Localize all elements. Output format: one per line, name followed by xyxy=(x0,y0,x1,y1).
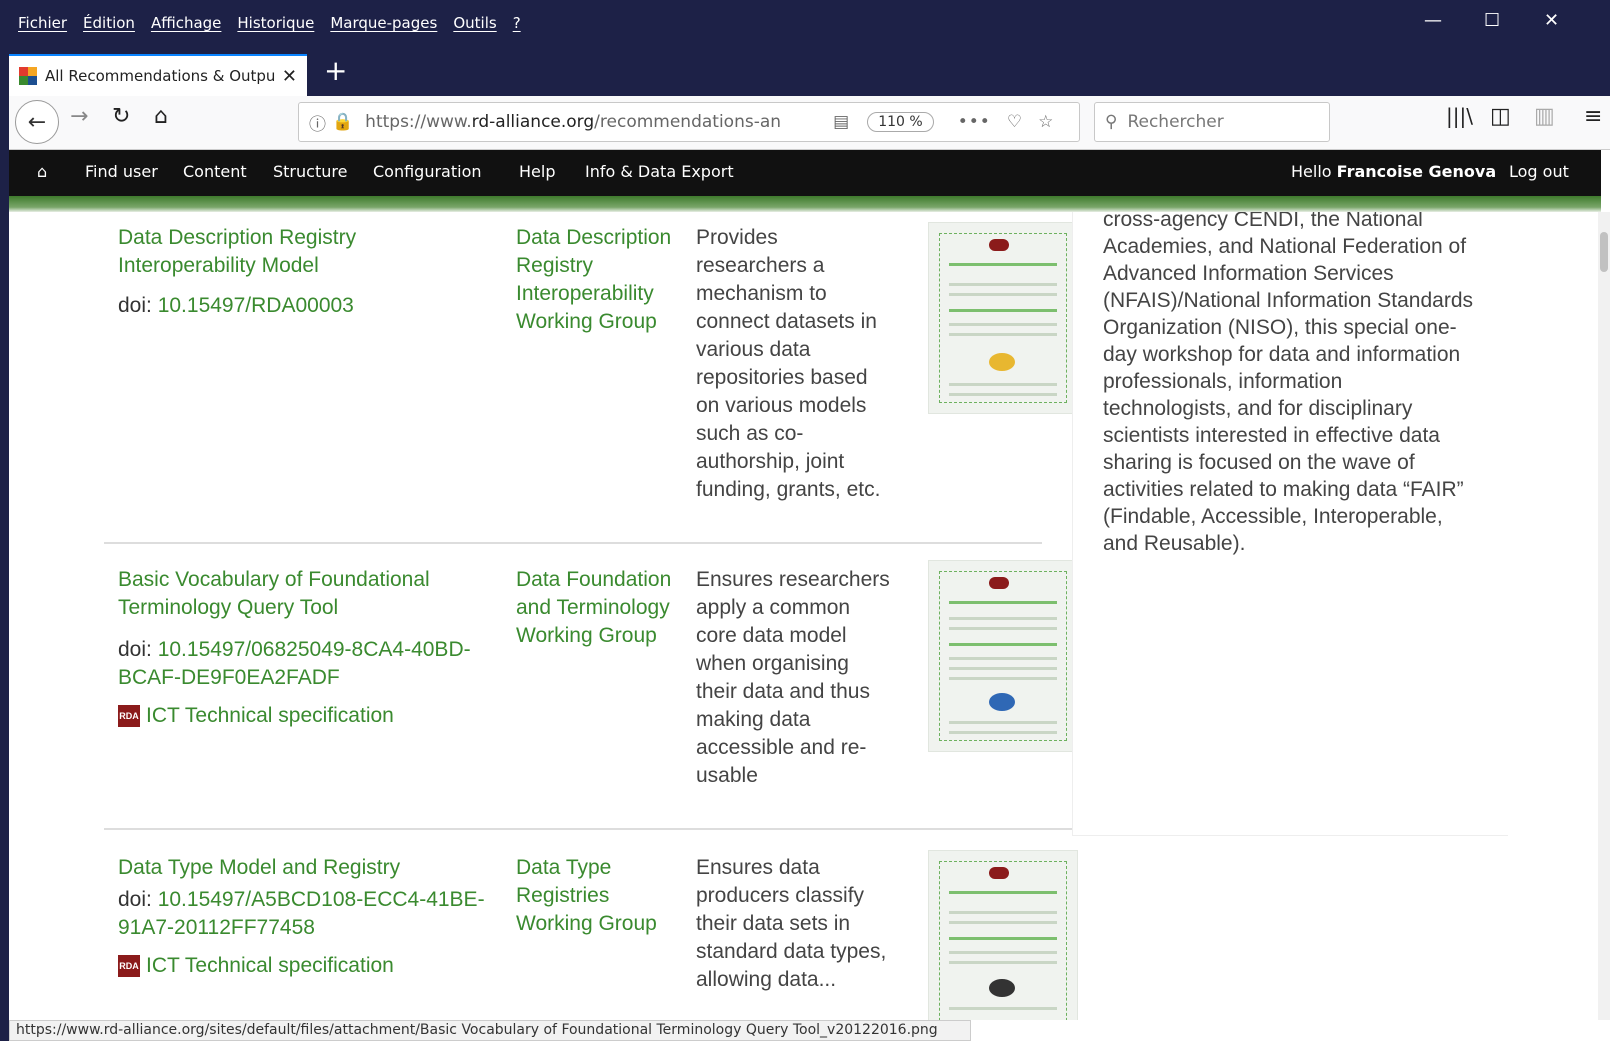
new-tab-icon[interactable]: + xyxy=(324,54,347,87)
user-name[interactable]: Francoise Genova xyxy=(1337,162,1496,181)
menu-affichage[interactable]: Affichage xyxy=(151,14,221,32)
lock-icon: 🔒 xyxy=(332,112,354,132)
home-icon[interactable]: ⌂ xyxy=(154,104,168,129)
doi-link[interactable]: 10.15497/RDA00003 xyxy=(158,294,354,317)
logout-link[interactable]: Log out xyxy=(1509,162,1569,181)
menu-marque-pages[interactable]: Marque-pages xyxy=(330,14,437,32)
recommendation-title[interactable]: Basic Vocabulary of Foundational Termino… xyxy=(118,566,468,622)
thumbnail-image[interactable] xyxy=(928,850,1078,1020)
ict-spec-link[interactable]: RDA ICT Technical specification xyxy=(118,954,394,978)
admin-structure[interactable]: Structure xyxy=(273,162,347,181)
tab-title: All Recommendations & Outpu xyxy=(45,67,276,85)
doi-link[interactable]: 10.15497/06825049-8CA4-40BD-BCAF-DE9F0EA… xyxy=(118,638,471,689)
row-divider xyxy=(104,828,1084,830)
admin-info-data-export[interactable]: Info & Data Export xyxy=(585,162,734,181)
rda-icon: RDA xyxy=(118,705,140,727)
reader-icon[interactable]: ▤ xyxy=(833,112,849,132)
working-group-link[interactable]: Data Description Registry Interoperabili… xyxy=(516,224,676,336)
forward-icon[interactable]: → xyxy=(70,104,88,129)
zoom-level[interactable]: 110 % xyxy=(867,112,934,132)
maximize-icon[interactable]: ☐ xyxy=(1484,10,1500,31)
menu-list: Fichier Édition Affichage Historique Mar… xyxy=(18,14,521,32)
recommendation-title[interactable]: Data Type Model and Registry xyxy=(118,854,478,882)
status-bar: https://www.rd-alliance.org/sites/defaul… xyxy=(9,1020,971,1041)
ict-spec-link[interactable]: RDA ICT Technical specification xyxy=(118,704,394,728)
menu-historique[interactable]: Historique xyxy=(237,14,314,32)
doi-line: doi: 10.15497/A5BCD108-ECC4-41BE-91A7-20… xyxy=(118,888,485,939)
info-icon[interactable]: ⓘ xyxy=(309,110,326,135)
description: Provides researchers a mechanism to conn… xyxy=(696,226,881,501)
menu-icon[interactable]: ≡ xyxy=(1584,104,1602,129)
description: Ensures data producers classify their da… xyxy=(696,856,887,991)
search-placeholder: Rechercher xyxy=(1127,112,1224,132)
page-scrollbar[interactable] xyxy=(1598,212,1610,1020)
menu-outils[interactable]: Outils xyxy=(453,14,496,32)
nav-bar: ← → ↻ ⌂ ⓘ 🔒 https://www.rd-alliance.org/… xyxy=(0,96,1610,150)
menu-help[interactable]: ? xyxy=(513,14,521,32)
minimize-icon[interactable]: — xyxy=(1424,10,1442,31)
favicon-icon xyxy=(19,67,37,85)
doi-link[interactable]: 10.15497/A5BCD108-ECC4-41BE-91A7-20112FF… xyxy=(118,888,485,939)
sidebar-icon[interactable]: ◫ xyxy=(1490,104,1511,129)
url-text[interactable]: https://www.rd-alliance.org/recommendati… xyxy=(365,112,825,132)
pocket-icon[interactable]: ♡ xyxy=(1007,112,1022,132)
admin-home-icon[interactable]: ⌂ xyxy=(37,162,47,181)
url-bar[interactable]: ⓘ 🔒 https://www.rd-alliance.org/recommen… xyxy=(298,102,1080,142)
library-icon[interactable]: |||\ xyxy=(1446,104,1473,128)
menu-edition[interactable]: Édition xyxy=(83,14,135,32)
thumbnail-image[interactable] xyxy=(928,222,1078,414)
header-band xyxy=(9,196,1601,212)
tab-active[interactable]: All Recommendations & Outpu ✕ xyxy=(9,54,307,96)
reload-icon[interactable]: ↻ xyxy=(112,104,130,129)
doi-line: doi: 10.15497/06825049-8CA4-40BD-BCAF-DE… xyxy=(118,638,471,689)
menu-fichier[interactable]: Fichier xyxy=(18,14,67,32)
back-icon[interactable]: ← xyxy=(15,100,59,144)
search-box[interactable]: ⚲ Rechercher xyxy=(1094,102,1330,142)
scrollbar-thumb[interactable] xyxy=(1600,232,1608,272)
description: Ensures researchers apply a common core … xyxy=(696,568,890,787)
admin-content[interactable]: Content xyxy=(183,162,247,181)
doi-line: doi: 10.15497/RDA00003 xyxy=(118,294,354,317)
close-tab-icon[interactable]: ✕ xyxy=(282,66,297,87)
sidebar-text: cross-agency CENDI, the National Academi… xyxy=(1103,212,1474,555)
admin-find-user[interactable]: Find user xyxy=(85,162,158,181)
user-greeting: Hello Francoise Genova xyxy=(1291,162,1497,181)
page-content: Data Description Registry Interoperabili… xyxy=(0,212,1610,1020)
working-group-link[interactable]: Data Type Registries Working Group xyxy=(516,854,676,938)
admin-help[interactable]: Help xyxy=(519,162,555,181)
more-icon[interactable]: ••• xyxy=(958,112,991,132)
search-icon: ⚲ xyxy=(1105,112,1118,132)
star-icon[interactable]: ☆ xyxy=(1038,112,1053,132)
rda-icon: RDA xyxy=(118,955,140,977)
working-group-link[interactable]: Data Foundation and Terminology Working … xyxy=(516,566,676,650)
recommendation-title[interactable]: Data Description Registry Interoperabili… xyxy=(118,224,458,280)
admin-toolbar: ⌂ Find user Content Structure Configurat… xyxy=(9,150,1601,196)
tab-strip: All Recommendations & Outpu ✕ + xyxy=(0,48,1610,96)
thumbnail-image[interactable] xyxy=(928,560,1078,752)
admin-configuration[interactable]: Configuration xyxy=(373,162,482,181)
menu-bar: Fichier Édition Affichage Historique Mar… xyxy=(0,0,1610,48)
reader-view-icon[interactable]: ▥ xyxy=(1534,104,1555,129)
sidebar-panel: cross-agency CENDI, the National Academi… xyxy=(1072,212,1508,836)
row-divider xyxy=(104,542,1042,544)
close-window-icon[interactable]: ✕ xyxy=(1544,10,1559,31)
